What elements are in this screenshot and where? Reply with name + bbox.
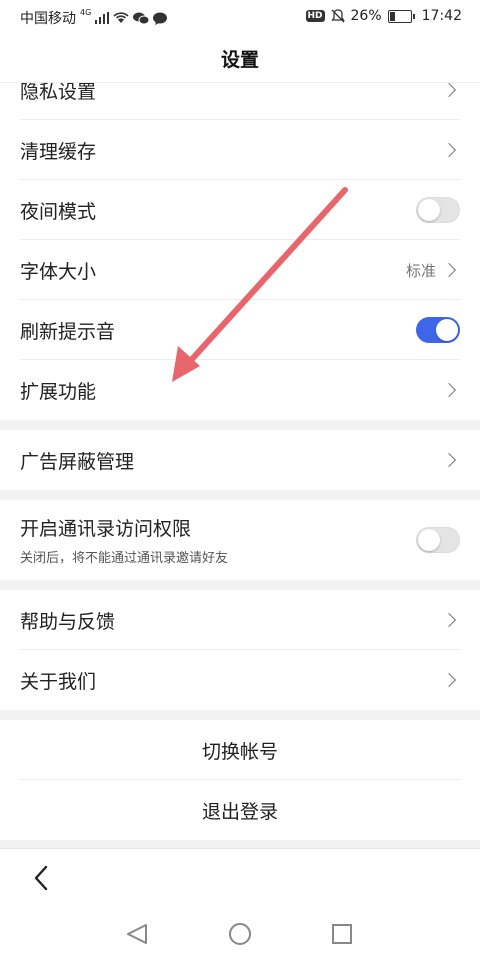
section-divider bbox=[0, 490, 480, 500]
battery-icon bbox=[387, 9, 415, 23]
contacts-access-toggle[interactable] bbox=[416, 527, 460, 553]
chevron-right-icon bbox=[441, 82, 457, 98]
message-icon bbox=[153, 12, 168, 25]
section-divider bbox=[0, 580, 480, 590]
extensions-label: 扩展功能 bbox=[20, 380, 97, 403]
wechat-icon bbox=[133, 12, 150, 24]
settings-row-contacts-access: 开启通讯录访问权限 关闭后，将不能通过通讯录邀请好友 bbox=[0, 500, 480, 580]
night-mode-toggle[interactable] bbox=[416, 197, 460, 223]
about-us-label: 关于我们 bbox=[20, 670, 97, 693]
chevron-right-icon bbox=[441, 262, 457, 278]
carrier-label: 中国移动 bbox=[20, 11, 76, 27]
mute-icon bbox=[330, 9, 345, 23]
settings-row-extensions[interactable]: 扩展功能 bbox=[0, 360, 480, 420]
chevron-right-icon bbox=[441, 612, 457, 628]
settings-row-clear-cache[interactable]: 清理缓存 bbox=[0, 120, 480, 180]
font-size-value: 标准 bbox=[405, 261, 436, 280]
system-navigation-bar bbox=[127, 923, 352, 945]
ad-block-label: 广告屏蔽管理 bbox=[20, 450, 135, 473]
settings-list: 隐私设置 清理缓存 夜间模式 字体大小 标准 刷新提示音 扩展功能 广告屏蔽管理… bbox=[0, 60, 480, 850]
settings-row-ad-block[interactable]: 广告屏蔽管理 bbox=[0, 430, 480, 490]
logout-label: 退出登录 bbox=[201, 800, 278, 823]
back-arrow-icon[interactable] bbox=[28, 863, 58, 893]
page-title-bar: 设置 bbox=[0, 34, 480, 83]
chevron-right-icon bbox=[441, 382, 457, 398]
nav-recents-icon[interactable] bbox=[332, 924, 352, 944]
settings-row-font-size[interactable]: 字体大小 标准 bbox=[0, 240, 480, 300]
chevron-right-icon bbox=[441, 142, 457, 158]
refresh-sound-toggle[interactable] bbox=[416, 317, 460, 343]
settings-row-about-us[interactable]: 关于我们 bbox=[0, 650, 480, 710]
battery-percent: 26% bbox=[350, 8, 382, 24]
settings-row-night-mode: 夜间模式 bbox=[0, 180, 480, 240]
chevron-right-icon bbox=[441, 452, 457, 468]
hd-badge: HD bbox=[305, 10, 325, 22]
contacts-access-description: 关闭后，将不能通过通讯录邀请好友 bbox=[20, 551, 229, 566]
clock: 17:42 bbox=[421, 8, 462, 24]
section-divider bbox=[0, 420, 480, 430]
signal-icon bbox=[95, 12, 110, 24]
font-size-label: 字体大小 bbox=[20, 260, 97, 283]
help-feedback-label: 帮助与反馈 bbox=[20, 610, 116, 633]
settings-row-refresh-sound: 刷新提示音 bbox=[0, 300, 480, 360]
chevron-right-icon bbox=[441, 672, 457, 688]
night-mode-label: 夜间模式 bbox=[20, 200, 97, 223]
contacts-access-label: 开启通讯录访问权限 bbox=[20, 518, 192, 540]
network-label: 4G bbox=[80, 7, 92, 17]
status-bar: 中国移动 4G HD 26% 17:42 bbox=[0, 0, 480, 34]
clear-cache-label: 清理缓存 bbox=[20, 140, 97, 163]
page-title: 设置 bbox=[220, 48, 259, 71]
switch-account-label: 切换帐号 bbox=[201, 740, 278, 763]
nav-back-icon[interactable] bbox=[127, 924, 147, 944]
switch-account-button[interactable]: 切换帐号 bbox=[0, 720, 480, 780]
nav-home-icon[interactable] bbox=[229, 923, 251, 945]
settings-row-help-feedback[interactable]: 帮助与反馈 bbox=[0, 590, 480, 650]
section-divider bbox=[0, 710, 480, 720]
refresh-sound-label: 刷新提示音 bbox=[20, 320, 116, 343]
wifi-icon bbox=[113, 12, 129, 23]
logout-button[interactable]: 退出登录 bbox=[0, 780, 480, 840]
